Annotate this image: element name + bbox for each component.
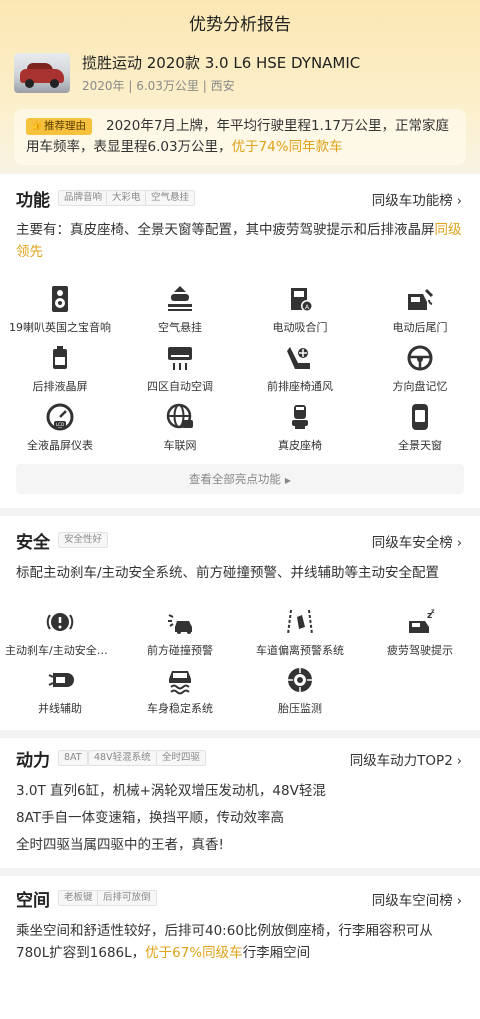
recommend-tag: 👍 推荐理由 bbox=[26, 118, 92, 135]
feature-item[interactable]: 方向盘记忆 bbox=[365, 343, 475, 394]
function-card: 功能 品牌音响 大彩电 空气悬挂 同级车功能榜 › 主要有：真皮座椅、全景天窗等配… bbox=[0, 174, 480, 508]
power-card: 动力 8AT 48V轻混系统 全时四驱 同级车动力TOP2 › 3.0T 直列6缸… bbox=[0, 738, 480, 868]
function-rank-link[interactable]: 同级车功能榜 › bbox=[372, 189, 462, 209]
safety-title: 安全 bbox=[16, 533, 50, 553]
power-tag: 48V轻混系统 bbox=[88, 750, 157, 766]
stability-control-icon bbox=[165, 665, 195, 695]
feature-item[interactable]: 全景天窗 bbox=[365, 402, 475, 453]
rear-screen-icon bbox=[45, 343, 75, 373]
car-name: 揽胜运动 2020款 3.0 L6 HSE DYNAMIC bbox=[82, 54, 361, 72]
power-tailgate-icon bbox=[405, 284, 435, 314]
air-suspension-icon bbox=[165, 284, 195, 314]
car-meta: 2020年 | 6.03万公里 | 西安 bbox=[82, 79, 235, 93]
space-desc: 乘坐空间和舒适性较好，后排可40:60比例放倒座椅，行李厢容积可从780L扩容到… bbox=[16, 923, 433, 961]
blind-spot-icon bbox=[45, 665, 75, 695]
chevron-right-icon: › bbox=[456, 754, 462, 769]
feature-item[interactable]: 四区自动空调 bbox=[125, 343, 235, 394]
feature-item[interactable]: 真皮座椅 bbox=[245, 402, 355, 453]
air-conditioner-icon bbox=[165, 343, 195, 373]
space-rank-link[interactable]: 同级车空间榜 › bbox=[372, 889, 462, 909]
speaker-icon bbox=[45, 284, 75, 314]
safety-card: 安全 安全性好 同级车安全榜 › 标配主动刹车/主动安全系统、前方碰撞预警、并线辅… bbox=[0, 516, 480, 730]
lcd-gauge-icon: LCD bbox=[45, 402, 75, 432]
power-line: 3.0T 直列6缸，机械+涡轮双增压发动机，48V轻混 bbox=[16, 783, 326, 799]
power-rank-link[interactable]: 同级车动力TOP2 › bbox=[350, 749, 462, 769]
lane-departure-icon bbox=[285, 607, 315, 637]
feature-item[interactable]: 后排液晶屏 bbox=[5, 343, 115, 394]
steering-wheel-icon bbox=[405, 343, 435, 373]
space-tag: 老板键 bbox=[58, 890, 99, 906]
chevron-right-icon: › bbox=[456, 194, 462, 209]
feature-item[interactable]: 电动后尾门 bbox=[365, 284, 475, 335]
connected-car-icon bbox=[165, 402, 195, 432]
function-tag: 空气悬挂 bbox=[145, 190, 196, 206]
soft-close-door-icon: A bbox=[285, 284, 315, 314]
page-title: 优势分析报告 bbox=[189, 15, 291, 35]
chevron-right-icon: › bbox=[456, 894, 462, 909]
svg-text:z: z bbox=[431, 608, 435, 615]
recommend-highlight: 优于74%同年款车 bbox=[231, 139, 343, 155]
tire-pressure-icon bbox=[285, 665, 315, 695]
chevron-right-icon: › bbox=[456, 536, 462, 551]
feature-item[interactable]: 空气悬挂 bbox=[125, 284, 235, 335]
seat-ventilation-icon bbox=[285, 343, 315, 373]
panoramic-sunroof-icon bbox=[405, 402, 435, 432]
safety-rank-link[interactable]: 同级车安全榜 › bbox=[372, 531, 462, 551]
feature-item[interactable]: 19喇叭英国之宝音响 bbox=[5, 284, 115, 335]
function-title: 功能 bbox=[16, 191, 50, 211]
power-line: 全时四驱当属四驱中的王者，真香! bbox=[16, 837, 224, 853]
feature-item[interactable]: LCD 全液晶屏仪表 bbox=[5, 402, 115, 453]
function-tag: 品牌音响 bbox=[58, 190, 109, 206]
power-line: 8AT手自一体变速箱，换挡平顺，传动效率高 bbox=[16, 810, 285, 826]
safety-item[interactable]: 车身稳定系统 bbox=[125, 665, 235, 716]
fatigue-alert-icon: zz bbox=[405, 607, 435, 637]
see-all-features-button[interactable]: 查看全部亮点功能 ▶ bbox=[16, 464, 464, 494]
leather-seat-icon bbox=[285, 402, 315, 432]
safety-item[interactable]: 主动刹车/主动安全系统 bbox=[5, 607, 115, 658]
function-desc: 主要有：真皮座椅、全景天窗等配置，其中疲劳驾驶提示和后排液晶屏同级领先 bbox=[16, 222, 462, 260]
safety-item[interactable]: 并线辅助 bbox=[5, 665, 115, 716]
feature-item[interactable]: 车联网 bbox=[125, 402, 235, 453]
space-title: 空间 bbox=[16, 891, 50, 911]
collision-warning-icon bbox=[165, 607, 195, 637]
function-tag: 大彩电 bbox=[106, 190, 147, 206]
safety-desc: 标配主动刹车/主动安全系统、前方碰撞预警、并线辅助等主动安全配置 bbox=[16, 565, 440, 581]
active-brake-icon bbox=[45, 607, 75, 637]
svg-text:LCD: LCD bbox=[56, 422, 64, 427]
car-thumbnail[interactable] bbox=[14, 53, 70, 93]
space-card: 空间 老板键 后排可放倒 同级车空间榜 › 乘坐空间和舒适性较好，后排可40:60… bbox=[0, 876, 480, 1019]
thumbs-up-icon: 👍 bbox=[31, 121, 43, 131]
feature-item[interactable]: 前排座椅通风 bbox=[245, 343, 355, 394]
safety-item[interactable]: zz 疲劳驾驶提示 bbox=[365, 607, 475, 658]
power-tag: 8AT bbox=[58, 750, 88, 766]
recommend-reason-box: 2020年7月上牌，年平均行驶里程1.17万公里，正常家庭用车频率，表显里程6.… bbox=[14, 109, 466, 165]
power-title: 动力 bbox=[16, 751, 50, 771]
triangle-right-icon: ▶ bbox=[284, 476, 292, 485]
power-tag: 全时四驱 bbox=[156, 750, 207, 766]
safety-tag: 安全性好 bbox=[58, 532, 109, 548]
space-tag: 后排可放倒 bbox=[97, 890, 157, 906]
safety-item[interactable]: 前方碰撞预警 bbox=[125, 607, 235, 658]
safety-item[interactable]: 车道偏离预警系统 bbox=[245, 607, 355, 658]
feature-item[interactable]: A 电动吸合门 bbox=[245, 284, 355, 335]
safety-item[interactable]: 胎压监测 bbox=[245, 665, 355, 716]
